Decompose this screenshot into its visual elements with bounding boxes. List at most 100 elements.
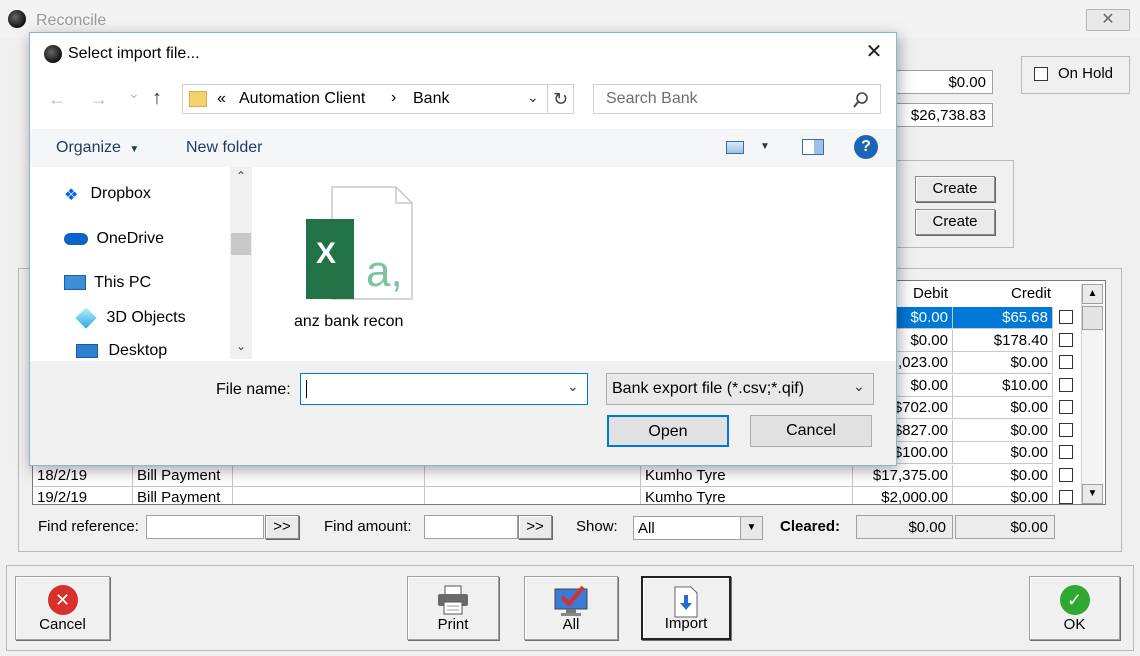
find-reference-button[interactable]: >> xyxy=(265,515,299,539)
dialog-app-icon xyxy=(44,45,62,63)
nav-item-3d-objects-label: 3D Objects xyxy=(106,309,186,327)
dialog-bottom-area: File name: ⌄ Bank export file (*.csv;*.q… xyxy=(30,361,896,465)
find-amount-input[interactable] xyxy=(424,515,518,539)
navigation-scrollbar[interactable]: ⌃ ⌄ xyxy=(230,167,252,359)
nav-item-this-pc-label: This PC xyxy=(94,274,152,291)
nav-item-desktop[interactable]: Desktop xyxy=(76,342,167,360)
search-input[interactable]: Search Bank xyxy=(606,90,698,108)
on-hold-checkbox[interactable] xyxy=(1034,67,1048,81)
show-select[interactable]: All ▼ xyxy=(633,516,763,540)
breadcrumb-overflow[interactable]: « xyxy=(217,90,226,108)
window-title: Reconcile xyxy=(36,12,107,29)
open-button[interactable]: Open xyxy=(607,415,729,447)
computer-icon xyxy=(64,275,86,291)
back-arrow-icon[interactable]: ← xyxy=(48,89,66,110)
import-button[interactable]: Import xyxy=(641,576,731,640)
breadcrumb-separator[interactable]: › xyxy=(391,89,396,107)
row-cleared-checkbox[interactable] xyxy=(1059,422,1073,437)
change-view-icon[interactable] xyxy=(726,141,744,154)
table-row[interactable]: 19/2/19 Bill Payment Kumho Tyre $2,000.00 $0… xyxy=(33,487,1089,504)
cube-icon xyxy=(75,307,97,329)
dialog-cancel-button[interactable]: Cancel xyxy=(750,415,872,447)
text-caret xyxy=(306,380,307,398)
file-list: X a, anz bank recon xyxy=(256,167,896,359)
create-button-1[interactable]: Create xyxy=(915,176,995,202)
create-button-2[interactable]: Create xyxy=(915,209,995,235)
breadcrumb-automation-client[interactable]: Automation Client xyxy=(239,90,365,108)
cancel-button[interactable]: ✕ Cancel xyxy=(15,576,110,640)
nav-scroll-up-icon[interactable]: ⌃ xyxy=(230,169,252,183)
row-cleared-checkbox[interactable] xyxy=(1059,490,1073,504)
table-row[interactable]: 18/2/19 Bill Payment Kumho Tyre $17,375.00 $… xyxy=(33,464,1089,487)
table-cell-credit: $10.00 xyxy=(953,374,1053,397)
help-icon[interactable]: ? xyxy=(854,135,878,159)
table-cell-credit: $0.00 xyxy=(953,464,1053,487)
nav-item-3d-objects[interactable]: 3D Objects xyxy=(75,307,186,329)
refresh-icon[interactable]: ↻ xyxy=(547,85,573,113)
ok-label: OK xyxy=(1063,616,1086,633)
scroll-thumb[interactable] xyxy=(1082,306,1103,330)
nav-item-onedrive-label: OneDrive xyxy=(96,230,165,247)
address-dropdown-icon[interactable]: ⌄ xyxy=(527,89,539,106)
find-reference-input[interactable] xyxy=(146,515,264,539)
organize-menu[interactable]: Organize ▼ xyxy=(56,139,139,157)
nav-item-dropbox-label: Dropbox xyxy=(90,185,151,203)
table-cell-credit: $65.68 xyxy=(953,307,1053,329)
nav-item-dropbox[interactable]: ❖ Dropbox xyxy=(64,185,151,204)
find-reference-label: Find reference: xyxy=(38,518,139,535)
chevron-down-icon[interactable]: ▼ xyxy=(740,517,762,539)
dialog-close-button[interactable]: ✕ xyxy=(862,41,886,65)
show-label: Show: xyxy=(576,518,618,535)
preview-pane-icon[interactable] xyxy=(802,139,824,155)
import-arrow-icon xyxy=(674,586,698,618)
recent-locations-icon[interactable]: ⌄ xyxy=(128,85,140,102)
table-cell-memo xyxy=(425,487,641,504)
scroll-down-button[interactable]: ▼ xyxy=(1082,484,1103,504)
ok-button[interactable]: ✓ OK xyxy=(1029,576,1120,640)
table-cell-ref xyxy=(233,464,425,487)
excel-letter: X xyxy=(316,237,337,270)
nav-item-onedrive[interactable]: OneDrive xyxy=(64,230,164,248)
select-import-file-dialog: Select import file... ✕ ← → ⌄ ↑ « Automa… xyxy=(29,32,897,466)
row-cleared-checkbox[interactable] xyxy=(1059,445,1073,459)
view-options-dropdown-icon[interactable]: ▼ xyxy=(760,141,770,152)
address-bar[interactable]: « Automation Client › Bank ⌄ ↻ xyxy=(182,84,574,114)
all-button[interactable]: All xyxy=(524,576,618,640)
breadcrumb-bank[interactable]: Bank xyxy=(413,90,449,108)
nav-scroll-thumb[interactable] xyxy=(231,233,251,255)
printer-icon xyxy=(438,585,468,615)
up-arrow-icon[interactable]: ↑ xyxy=(152,87,162,110)
nav-scroll-down-icon[interactable]: ⌄ xyxy=(230,339,252,353)
row-cleared-checkbox[interactable] xyxy=(1059,332,1073,347)
print-button[interactable]: Print xyxy=(407,576,499,640)
forward-arrow-icon[interactable]: → xyxy=(90,89,108,110)
on-hold-group: On Hold xyxy=(1021,56,1130,94)
window-close-button[interactable]: ✕ xyxy=(1086,9,1130,31)
ok-check-icon: ✓ xyxy=(1059,585,1090,615)
grid-scrollbar[interactable]: ▲ ▼ xyxy=(1081,284,1103,504)
cancel-label: Cancel xyxy=(39,616,86,633)
new-folder-button[interactable]: New folder xyxy=(186,139,262,157)
scroll-up-button[interactable]: ▲ xyxy=(1082,284,1103,304)
file-name-dropdown-icon[interactable]: ⌄ xyxy=(567,378,579,395)
find-amount-button[interactable]: >> xyxy=(518,515,552,539)
nav-item-this-pc[interactable]: This PC xyxy=(64,274,151,292)
row-cleared-checkbox[interactable] xyxy=(1059,355,1073,369)
table-cell-credit: $178.40 xyxy=(953,329,1053,352)
file-item-anz-bank-recon[interactable]: X a, anz bank recon xyxy=(294,185,424,335)
row-cleared-checkbox[interactable] xyxy=(1059,400,1073,414)
table-cell-debit: $17,375.00 xyxy=(853,464,953,487)
file-type-dropdown-icon[interactable]: ⌄ xyxy=(853,378,865,395)
file-type-value: Bank export file (*.csv;*.qif) xyxy=(612,380,805,397)
file-type-select[interactable]: Bank export file (*.csv;*.qif) ⌄ xyxy=(606,373,874,405)
cleared-amount-1: $0.00 xyxy=(856,515,953,539)
row-cleared-checkbox[interactable] xyxy=(1059,377,1073,392)
search-box[interactable]: Search Bank xyxy=(593,84,881,114)
create-group: Create Create xyxy=(896,160,1014,248)
row-cleared-checkbox[interactable] xyxy=(1059,310,1073,324)
print-label: Print xyxy=(437,616,469,633)
row-cleared-checkbox[interactable] xyxy=(1059,467,1073,482)
file-name-input[interactable]: ⌄ xyxy=(300,373,588,405)
cancel-icon: ✕ xyxy=(47,585,78,615)
dialog-title: Select import file... xyxy=(68,45,200,62)
